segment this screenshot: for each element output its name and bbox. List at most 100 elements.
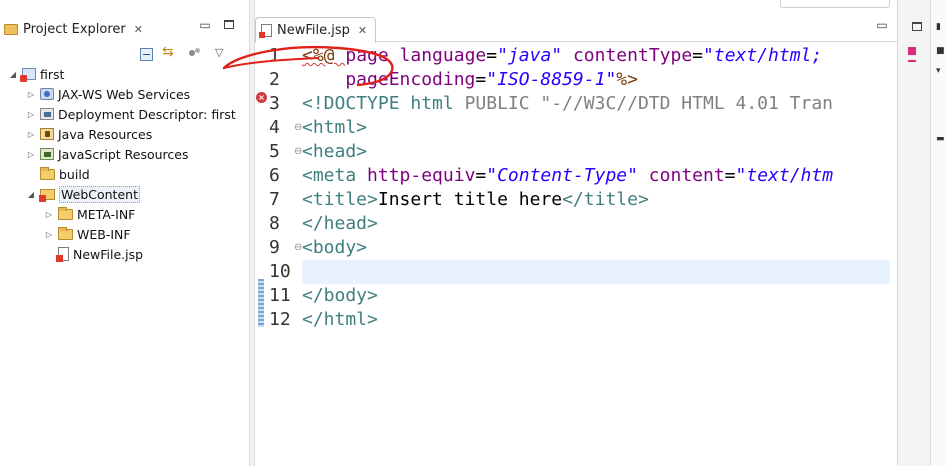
collapsed-twisty-icon[interactable]: ▷ [26, 130, 36, 139]
jsp-file-icon [259, 24, 272, 38]
title-text: Insert title here [377, 189, 563, 210]
quick-access-field[interactable] [780, 0, 890, 8]
code-line-11[interactable]: </body> [302, 284, 890, 308]
error-overview-marker[interactable] [908, 47, 916, 55]
project-explorer-icon [4, 23, 18, 35]
side-view-icon[interactable]: ■ [936, 46, 945, 56]
maximize-icon[interactable] [910, 20, 924, 34]
explorer-toolbar [140, 44, 228, 64]
line-number: 11 [269, 285, 291, 306]
javascript-resources-icon [40, 148, 54, 160]
tree-item-javascript-resources[interactable]: ▷ JavaScript Resources [26, 144, 189, 164]
attribute-value: "text/html; [703, 45, 823, 66]
expanded-twisty-icon[interactable]: ◢ [8, 70, 18, 79]
overview-ruler-area: ▮ ■ ▾ ▬ [897, 0, 946, 466]
code-line-2[interactable]: pageEncoding="ISO-8859-1"%> [302, 68, 890, 92]
collapsed-twisty-icon[interactable]: ▷ [44, 210, 54, 219]
editor-tab-newfile-jsp[interactable]: NewFile.jsp ✕ [255, 17, 377, 43]
jsp-directive-close: %> [616, 69, 638, 90]
code-line-4[interactable]: <html> [302, 116, 890, 140]
tag-open: <meta [302, 165, 368, 186]
error-marker-icon[interactable]: × [256, 92, 267, 103]
doctype-keyword: <!DOCTYPE [302, 93, 411, 114]
tree-item-label: JavaScript Resources [58, 146, 189, 162]
tree-item-label: Java Resources [58, 126, 153, 142]
attribute-name: pageEncoding [302, 69, 476, 90]
attribute-value: "text/htm [735, 165, 834, 186]
doctype-identifier: "-//W3C//DTD HTML 4.01 Tran [540, 93, 834, 114]
chevron-down-icon[interactable]: ▾ [936, 66, 941, 76]
tree-item-label: JAX-WS Web Services [58, 86, 191, 102]
minimize-icon[interactable]: ▭ [875, 18, 889, 32]
project-icon [20, 68, 36, 82]
tree-item-newfile-jsp[interactable]: NewFile.jsp [44, 244, 143, 264]
tree-item-web-inf[interactable]: ▷ WEB-INF [44, 224, 131, 244]
attribute-name: content [637, 165, 725, 186]
java-resources-icon [40, 128, 54, 140]
doctype-public: PUBLIC [464, 93, 541, 114]
doctype-root: html [410, 93, 465, 114]
tree-item-first[interactable]: ◢ first [8, 64, 64, 84]
jsp-directive-open: <%@ [302, 45, 346, 66]
tree-item-label: Deployment Descriptor: first [58, 106, 236, 122]
tree-item-label: WebContent [59, 185, 140, 203]
project-explorer-tab[interactable]: Project Explorer ✕ [0, 16, 149, 42]
line-number: 7 [269, 189, 280, 210]
tree-item-jax-ws-web-services[interactable]: ▷ JAX-WS Web Services [26, 84, 190, 104]
code-line-7[interactable]: <title>Insert title here</title> [302, 188, 890, 212]
code-line-12[interactable]: </html> [302, 308, 890, 332]
tree-item-label: NewFile.jsp [73, 246, 144, 262]
code-line-9[interactable]: <body> [302, 236, 890, 260]
attribute-value: "Content-Type" [486, 165, 638, 186]
side-view-icon[interactable]: ▮ [936, 22, 941, 32]
collapse-all-icon[interactable] [140, 47, 153, 61]
editor-tab-bar: NewFile.jsp ✕ [255, 14, 897, 43]
tree-item-label: build [59, 166, 90, 182]
vertical-ruler[interactable]: × [255, 43, 267, 466]
tree-item-meta-inf[interactable]: ▷ META-INF [44, 204, 135, 224]
project-explorer-tab-label: Project Explorer [23, 21, 126, 37]
maximize-icon[interactable] [222, 18, 236, 32]
code-line-10[interactable] [302, 260, 890, 284]
tree-item-java-resources[interactable]: ▷ Java Resources [26, 124, 152, 144]
expanded-twisty-icon[interactable]: ◢ [26, 190, 36, 199]
attribute-value: "ISO-8859-1" [486, 69, 617, 90]
close-icon[interactable]: ✕ [134, 23, 143, 36]
code-line-3[interactable]: <!DOCTYPE html PUBLIC "-//W3C//DTD HTML … [302, 92, 890, 116]
tree-item-label: first [40, 66, 65, 82]
folder-icon [58, 206, 73, 220]
project-explorer-view: Project Explorer ✕ ▭ ◢ first ▷ JAX-WS Web S… [0, 0, 249, 466]
error-overview-line[interactable] [908, 60, 916, 62]
equals-sign: = [475, 69, 487, 90]
attribute-name: http-equiv [367, 165, 476, 186]
line-number: 1 [269, 45, 280, 66]
collapsed-twisty-icon[interactable]: ▷ [26, 90, 36, 99]
collapsed-twisty-icon[interactable]: ▷ [44, 230, 54, 239]
filter-icon[interactable] [187, 46, 203, 62]
equals-sign: = [486, 45, 498, 66]
close-icon[interactable]: ✕ [358, 24, 367, 37]
tag-open: <title> [302, 189, 378, 210]
directive-name: page [345, 45, 400, 66]
tree-item-build[interactable]: build [26, 164, 90, 184]
link-with-editor-icon[interactable] [162, 44, 178, 62]
deployment-descriptor-icon [40, 108, 54, 120]
minimize-icon[interactable]: ▭ [198, 18, 212, 32]
tag-close: </title> [562, 189, 649, 210]
collapsed-twisty-icon[interactable]: ▷ [26, 150, 36, 159]
tree-item-webcontent[interactable]: ◢ WebContent [26, 184, 140, 204]
webcontent-folder-icon [39, 188, 55, 202]
code-line-5[interactable]: <head> [302, 140, 890, 164]
view-menu-icon[interactable] [212, 46, 228, 62]
line-number: 3 [269, 93, 280, 114]
code-line-1[interactable]: <%@ page language="java" contentType="te… [302, 44, 890, 68]
collapsed-twisty-icon[interactable]: ▷ [26, 110, 36, 119]
code-line-8[interactable]: </head> [302, 212, 890, 236]
tree-item-deployment-descriptor-first[interactable]: ▷ Deployment Descriptor: first [26, 104, 236, 124]
line-number: 2 [269, 69, 280, 90]
attribute-name: language [399, 45, 487, 66]
folder-icon [58, 226, 73, 240]
side-view-icon[interactable]: ▬ [936, 134, 945, 144]
line-number: 8 [269, 213, 280, 234]
code-line-6[interactable]: <meta http-equiv="Content-Type" content=… [302, 164, 890, 188]
